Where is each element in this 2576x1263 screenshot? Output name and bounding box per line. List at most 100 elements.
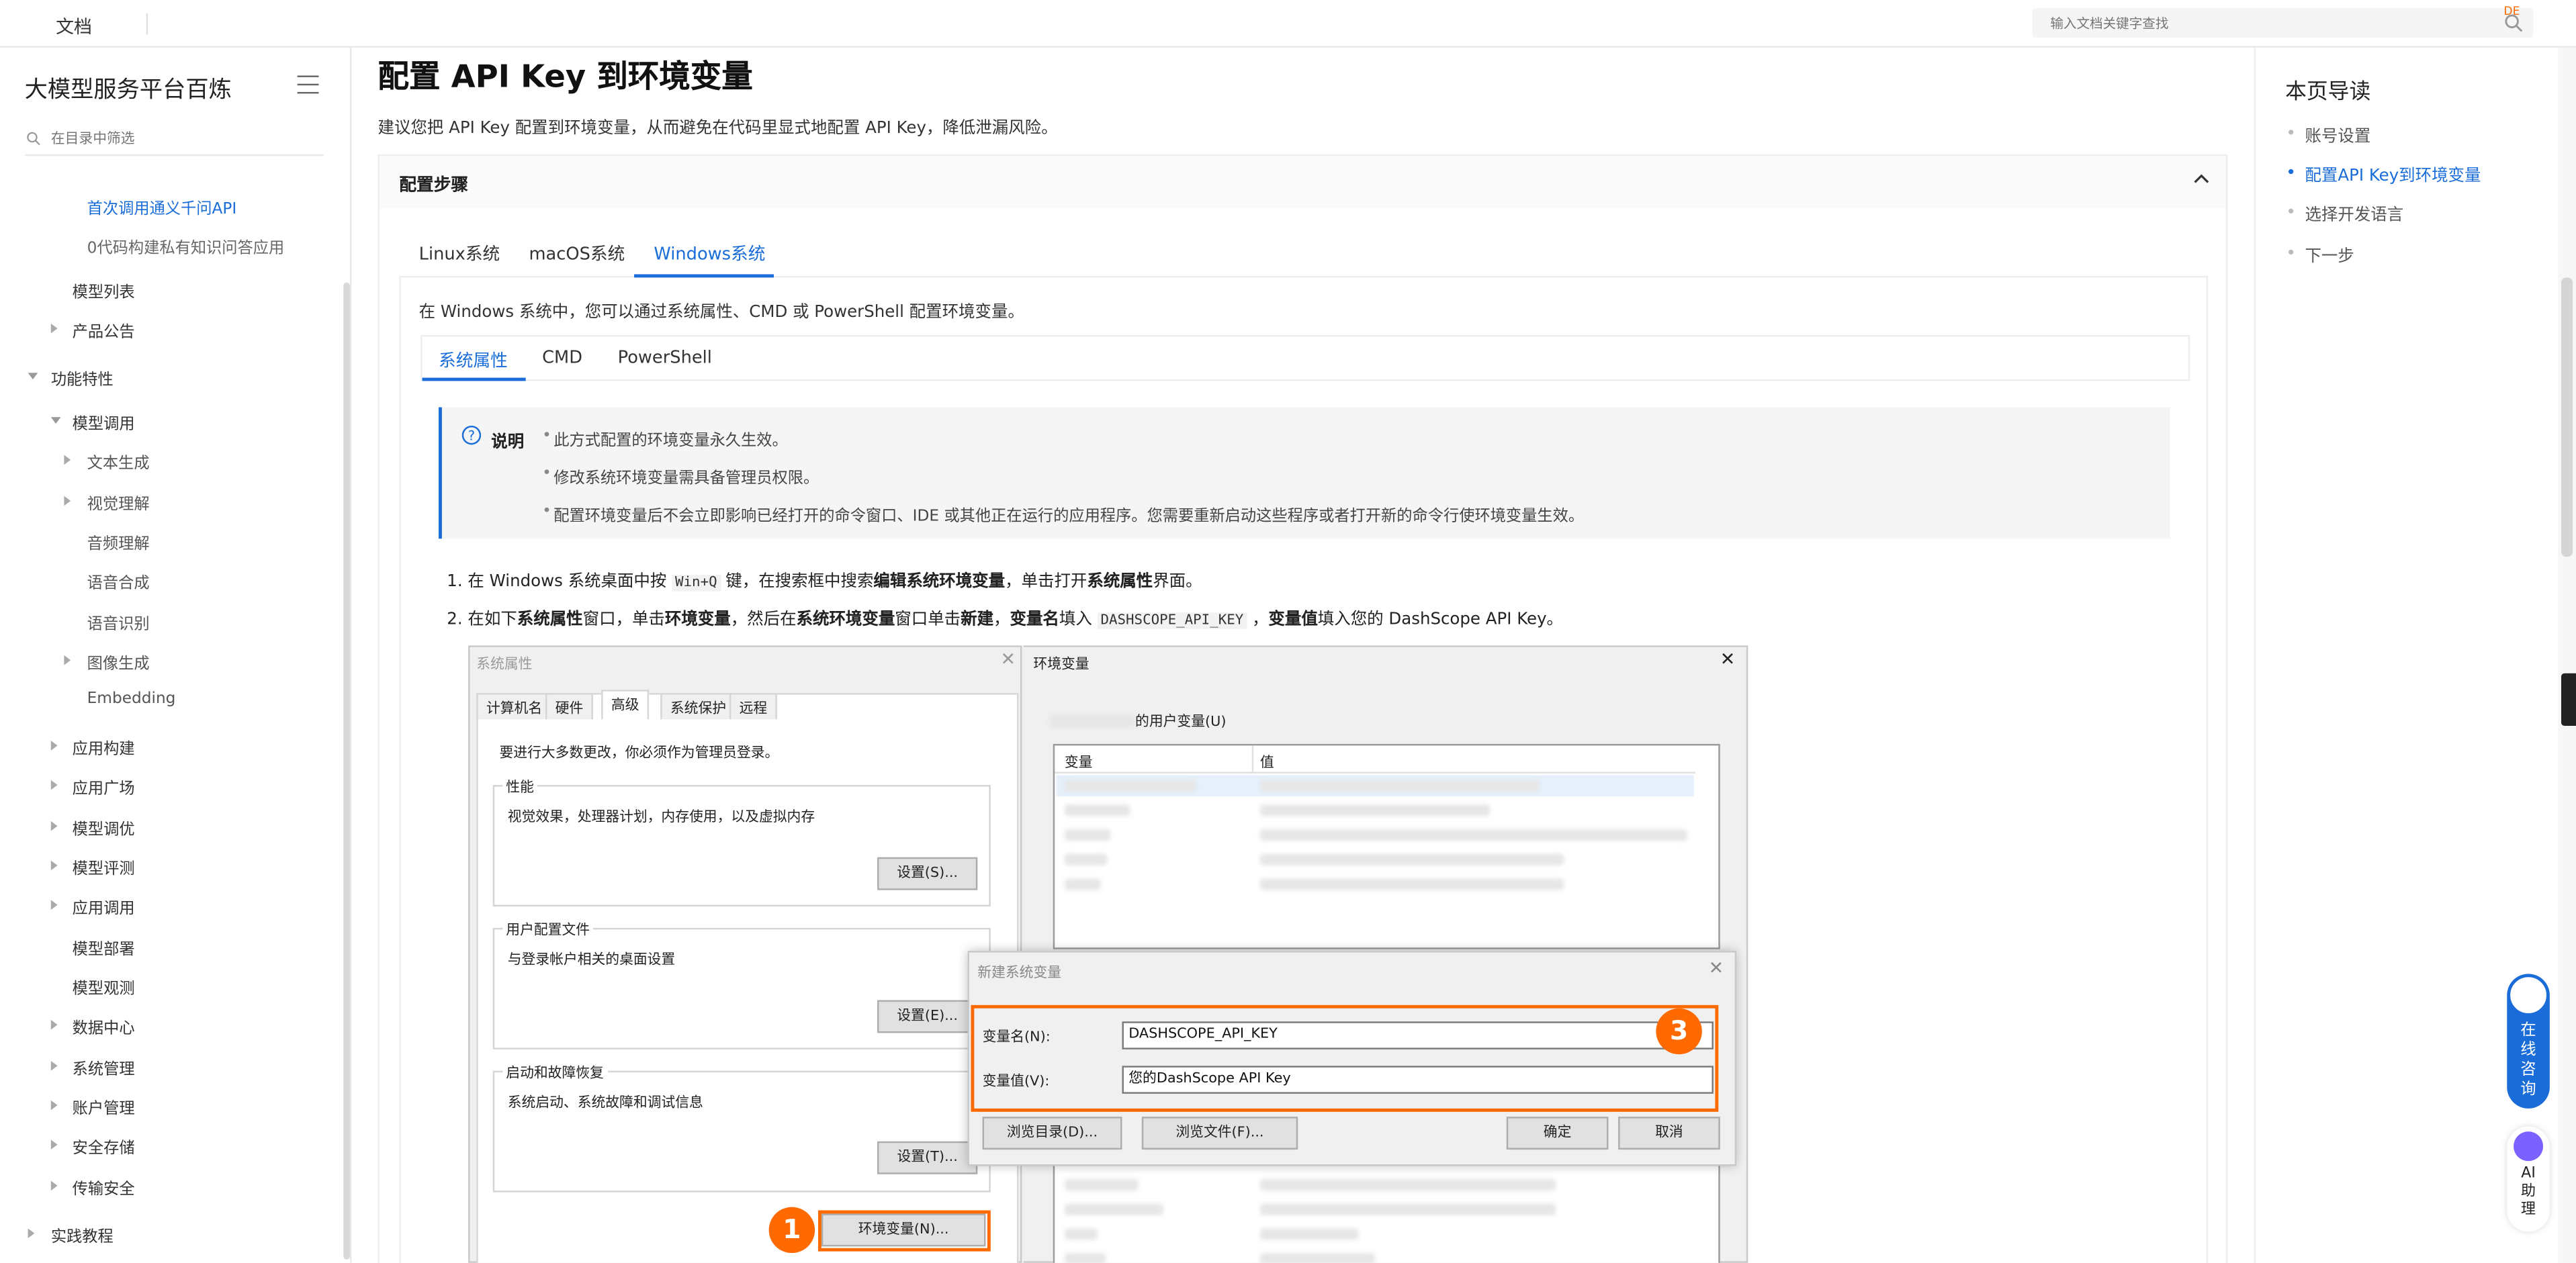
sidebar-scrollbar[interactable] (343, 282, 350, 1260)
caret-right-icon[interactable] (50, 323, 58, 334)
online-consult-button[interactable]: 在线咨询 (2507, 974, 2550, 1109)
tab-windows[interactable]: Windows系统 (654, 242, 765, 267)
doc-search-input[interactable] (2032, 8, 2476, 38)
toc-item-account[interactable]: 账号设置 (2305, 122, 2370, 146)
step-badge-1: 1 (768, 1207, 815, 1254)
step-bold: 环境变量 (664, 610, 731, 629)
toc-item-next-step[interactable]: 下一步 (2305, 242, 2354, 266)
caret-right-icon[interactable] (50, 1019, 58, 1030)
sidebar-item-app-market[interactable]: 应用广场 (73, 775, 135, 798)
step-text: ， (993, 610, 1010, 629)
sidebar-item-transfer-security[interactable]: 传输安全 (73, 1176, 135, 1199)
win-tab-computer-name: 计算机名 (476, 693, 552, 720)
step-text: ，单击打开 (1005, 573, 1087, 592)
toc-bullet (2288, 169, 2294, 175)
divider (1055, 771, 1696, 774)
chevron-up-icon[interactable] (2193, 173, 2209, 186)
sidebar-item-model-invoke[interactable]: 模型调用 (73, 410, 135, 434)
consult-label: 在线咨询 (2520, 1021, 2536, 1099)
sidebar-item-account-mgmt[interactable]: 账户管理 (73, 1095, 135, 1119)
blurred-var (1064, 804, 1130, 816)
step-text: 在 Windows 系统桌面中按 (468, 573, 672, 592)
sidebar-item-observe[interactable]: 模型观测 (73, 976, 135, 998)
caret-right-icon[interactable] (50, 1060, 58, 1071)
sidebar-item-features[interactable]: 功能特性 (51, 366, 114, 389)
close-icon: ✕ (1708, 957, 1724, 979)
caret-right-icon[interactable] (64, 655, 71, 665)
page-scrollbar[interactable] (2558, 47, 2576, 1263)
ai-assistant-button[interactable]: AI助理 (2507, 1126, 2550, 1232)
tab-macos[interactable]: macOS系统 (529, 242, 625, 267)
sidebar-item-announcements[interactable]: 产品公告 (73, 318, 135, 342)
directory-filter-input[interactable] (24, 126, 288, 153)
caret-right-icon[interactable] (50, 780, 58, 790)
svg-text:?: ? (468, 428, 475, 443)
sidebar-item-text-gen[interactable]: 文本生成 (87, 450, 150, 473)
sparkle-icon (2514, 1131, 2544, 1162)
step-bold: 变量值 (1268, 610, 1318, 629)
user-vars-label: 的用户变量(U) (1135, 714, 1227, 731)
blurred-val (1259, 780, 1540, 792)
win-tab-advanced: 高级 (601, 690, 650, 720)
sidebar-item-data-center[interactable]: 数据中心 (73, 1015, 135, 1038)
scrollbar-thumb[interactable] (2561, 277, 2573, 557)
sidebar-item-sys-mgmt[interactable]: 系统管理 (73, 1056, 135, 1079)
caret-right-icon[interactable] (64, 496, 71, 506)
sidebar-item-vision[interactable]: 视觉理解 (87, 491, 150, 514)
caret-right-icon[interactable] (50, 900, 58, 910)
blurred-val (1259, 829, 1687, 841)
tab-system-properties[interactable]: 系统属性 (439, 348, 508, 373)
feedback-tab[interactable] (2561, 673, 2576, 727)
note-label: 说明 (491, 433, 525, 452)
browse-file-button: 浏览文件(F)... (1141, 1117, 1298, 1150)
os-tabs: Linux系统 macOS系统 Windows系统 (399, 228, 2209, 278)
tab-powershell[interactable]: PowerShell (618, 348, 712, 368)
language-badge[interactable]: DE (2503, 5, 2520, 18)
tab-cmd[interactable]: CMD (542, 348, 582, 368)
caret-right-icon[interactable] (28, 1228, 35, 1239)
win-tab-hardware: 硬件 (545, 693, 593, 720)
caret-right-icon[interactable] (50, 1180, 58, 1191)
blurred-val (1259, 804, 1491, 816)
caret-down-icon[interactable] (28, 373, 38, 379)
admin-note: 要进行大多数更改，你必须作为管理员登录。 (499, 745, 779, 762)
col-var: 变量 (1064, 755, 1093, 772)
sidebar-item-image-gen[interactable]: 图像生成 (87, 651, 150, 673)
steps-panel-header[interactable]: 配置步骤 (379, 156, 2227, 209)
sidebar-item-tutorials[interactable]: 实践教程 (51, 1223, 114, 1246)
step-badge-3: 3 (1656, 1008, 1702, 1055)
caret-right-icon[interactable] (50, 741, 58, 751)
caret-down-icon[interactable] (50, 417, 61, 424)
sidebar-item-deploy[interactable]: 模型部署 (73, 936, 135, 959)
toc-bullet (2288, 130, 2294, 135)
step-text: ， (1247, 610, 1269, 629)
sidebar-item-app-build[interactable]: 应用构建 (73, 736, 135, 759)
sidebar-item-tts[interactable]: 语音合成 (87, 570, 150, 593)
sidebar-item-zero-code-app[interactable]: 0代码构建私有知识问答应用 (87, 235, 285, 258)
sidebar-item-app-invoke[interactable]: 应用调用 (73, 895, 135, 918)
sidebar-item-first-call[interactable]: 首次调用通义千问API (87, 195, 237, 218)
sidebar-item-eval[interactable]: 模型评测 (73, 855, 135, 879)
caret-right-icon[interactable] (50, 1139, 58, 1150)
sidebar-item-secure-storage[interactable]: 安全存储 (73, 1135, 135, 1158)
directory-filter[interactable] (24, 126, 324, 156)
doc-search-box[interactable] (2032, 8, 2534, 38)
tab-linux[interactable]: Linux系统 (419, 242, 500, 267)
sidebar-item-asr[interactable]: 语音识别 (87, 611, 150, 634)
caret-right-icon[interactable] (50, 821, 58, 831)
sidebar-item-model-list[interactable]: 模型列表 (73, 279, 135, 302)
toc-item-config-api-key[interactable]: 配置API Key到环境变量 (2305, 161, 2481, 185)
sidebar-item-finetune[interactable]: 模型调优 (73, 816, 135, 839)
caret-right-icon[interactable] (64, 455, 71, 465)
caret-right-icon[interactable] (50, 860, 58, 871)
toc-item-choose-language[interactable]: 选择开发语言 (2305, 200, 2403, 225)
blurred-var (1064, 1253, 1106, 1263)
blurred-var (1064, 1203, 1163, 1215)
avatar (2508, 975, 2548, 1015)
win-tab-protection: 系统保护 (660, 693, 736, 720)
menu-icon[interactable] (297, 75, 319, 94)
sidebar-item-embedding[interactable]: Embedding (87, 690, 176, 708)
caret-right-icon[interactable] (50, 1100, 58, 1111)
sidebar-item-audio[interactable]: 音频理解 (87, 530, 150, 553)
docs-link[interactable]: 文档 (56, 13, 92, 40)
